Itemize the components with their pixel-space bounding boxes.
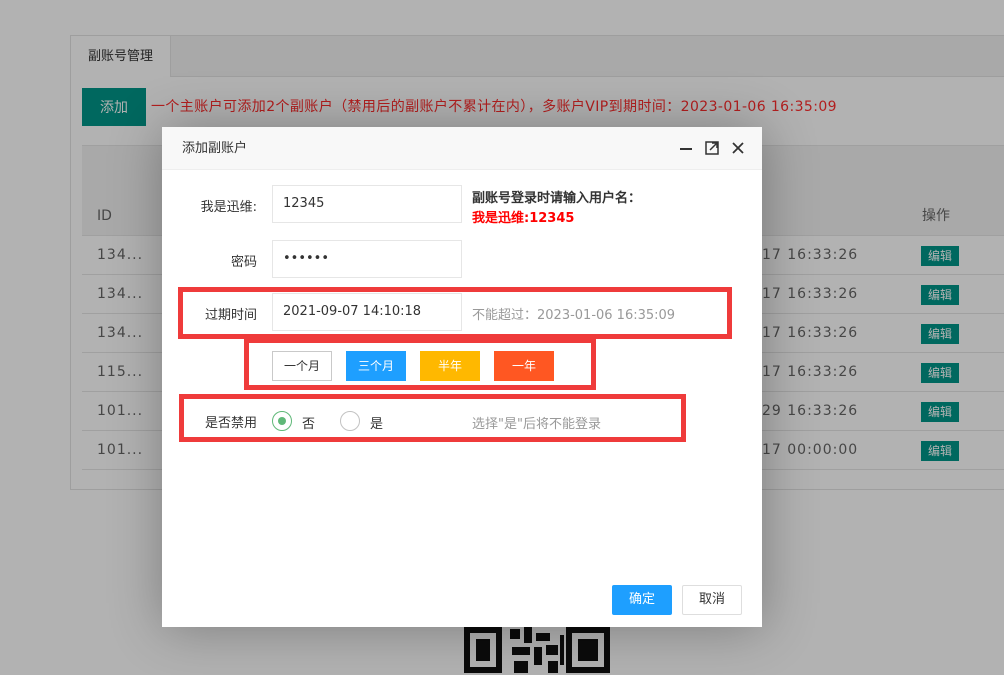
username-hint-value: 我是迅维:12345 [472, 211, 575, 226]
username-input[interactable]: 12345 [272, 185, 462, 223]
minimize-icon[interactable] [678, 140, 694, 156]
cancel-button[interactable]: 取消 [682, 585, 742, 615]
confirm-button[interactable]: 确定 [612, 585, 672, 615]
password-label: 密码 [230, 255, 257, 270]
username-label: 我是迅维: [200, 200, 257, 215]
maximize-icon[interactable] [704, 140, 720, 156]
add-sub-account-dialog: 添加副账户 我是迅维: 12345 副账号登录时请输入用户名： 我是迅维:123… [162, 127, 762, 627]
dialog-title: 添加副账户 [182, 141, 248, 156]
password-input[interactable]: •••••• [272, 240, 462, 278]
disable-highlight-box [179, 394, 686, 442]
dialog-title-bar: 添加副账户 [162, 127, 762, 170]
quick-buttons-highlight-box [244, 338, 596, 390]
username-hint-title: 副账号登录时请输入用户名： [472, 191, 642, 206]
close-icon[interactable] [730, 140, 746, 156]
expire-highlight-box [178, 287, 732, 339]
